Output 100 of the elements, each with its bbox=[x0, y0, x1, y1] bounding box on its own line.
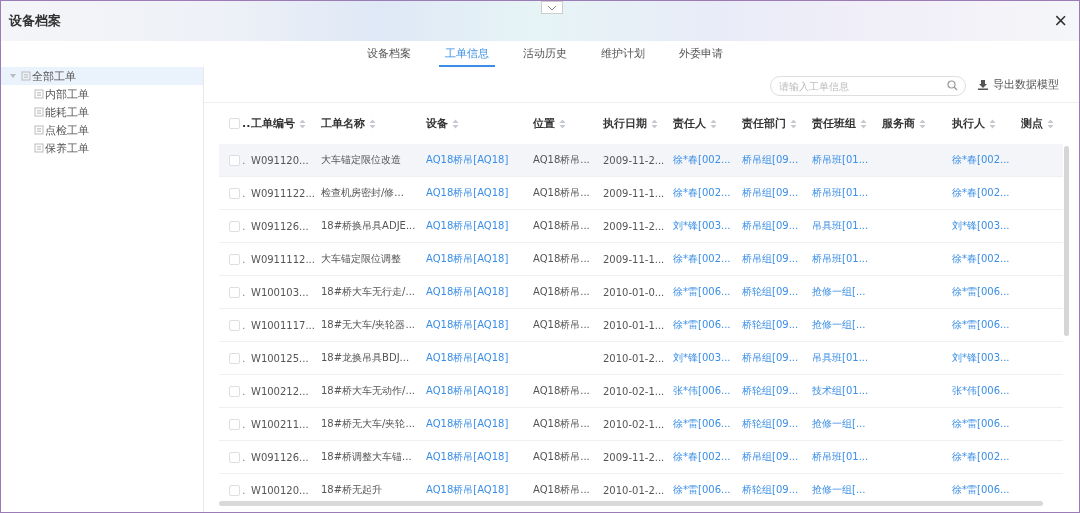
link[interactable]: AQ18桥吊[AQ18] bbox=[426, 418, 509, 429]
link[interactable]: 抢修一组[... bbox=[812, 418, 866, 429]
link[interactable]: 刘*锋[003... bbox=[952, 220, 1010, 231]
sort-icon[interactable] bbox=[790, 118, 797, 129]
link[interactable]: 桥吊组[09... bbox=[742, 352, 799, 363]
sort-icon[interactable] bbox=[1047, 118, 1054, 129]
link[interactable]: 徐*春[002... bbox=[673, 187, 731, 198]
checkbox[interactable] bbox=[229, 187, 240, 199]
link[interactable]: 徐*雷[006... bbox=[952, 319, 1010, 330]
link[interactable]: 桥吊班[01... bbox=[812, 253, 869, 264]
link[interactable]: 桥吊班[01... bbox=[812, 154, 869, 165]
sort-icon[interactable] bbox=[369, 118, 376, 129]
checkbox[interactable] bbox=[229, 352, 240, 364]
column-header[interactable]: 责任部门 bbox=[742, 116, 786, 131]
sort-icon[interactable] bbox=[299, 118, 306, 129]
link[interactable]: 徐*雷[006... bbox=[673, 319, 731, 330]
link[interactable]: 张*伟[006... bbox=[673, 385, 731, 396]
link[interactable]: AQ18桥吊[AQ18] bbox=[426, 484, 509, 495]
link[interactable]: 徐*春[002... bbox=[673, 253, 731, 264]
link[interactable]: 吊具班[01... bbox=[812, 352, 869, 363]
column-header[interactable]: 设备 bbox=[426, 116, 448, 131]
tree-item[interactable]: 点检工单 bbox=[1, 121, 203, 139]
link[interactable]: AQ18桥吊[AQ18] bbox=[426, 154, 509, 165]
link[interactable]: 徐*春[002... bbox=[952, 154, 1010, 165]
column-header[interactable]: 执行人 bbox=[952, 116, 985, 131]
column-header[interactable]: 工单名称 bbox=[321, 116, 365, 131]
link[interactable]: 徐*雷[006... bbox=[952, 286, 1010, 297]
link[interactable]: 桥吊组[09... bbox=[742, 154, 799, 165]
tab[interactable]: 设备档案 bbox=[361, 41, 417, 67]
sort-icon[interactable] bbox=[989, 118, 996, 129]
tab[interactable]: 工单信息 bbox=[439, 41, 495, 67]
table-row[interactable]: . W100125... 18#龙换吊具BDJ... AQ18桥吊[AQ18] 2010-01-2... 刘*锋[003... 桥吊组[09... 吊具班[01... 刘*锋[003... bbox=[219, 342, 1063, 375]
link[interactable]: 桥轮组[09... bbox=[742, 385, 799, 396]
table-row[interactable]: . W100103... 18#桥大车无行走/... AQ18桥吊[AQ18] AQ18桥吊... 2010-01-0... 徐*雷[006... 桥轮组[09... 抢修一组[... 徐*雷[006... bbox=[219, 276, 1063, 309]
table-row[interactable]: . W091126... 18#桥换吊具ADJE... AQ18桥吊[AQ18] AQ18桥吊... 2009-11-2... 刘*锋[003... 桥吊组[09... 吊具班[01... 刘*锋[003... bbox=[219, 210, 1063, 243]
link[interactable]: 桥轮组[09... bbox=[742, 418, 799, 429]
table-row[interactable]: . W091120... 大车锚定限位改造 AQ18桥吊[AQ18] AQ18桥吊... 2009-11-2... 徐*春[002... 桥吊组[09... 桥吊班[01... 徐*春[002... bbox=[219, 144, 1063, 177]
column-header[interactable]: 责任人 bbox=[673, 116, 706, 131]
link[interactable]: 桥吊组[09... bbox=[742, 187, 799, 198]
link[interactable]: 桥吊组[09... bbox=[742, 451, 799, 462]
close-button[interactable]: × bbox=[1054, 10, 1067, 32]
column-header[interactable]: 服务商 bbox=[882, 116, 915, 131]
tab[interactable]: 活动历史 bbox=[517, 41, 573, 67]
link[interactable]: 抢修一组[... bbox=[812, 484, 866, 495]
link[interactable]: 桥轮组[09... bbox=[742, 319, 799, 330]
checkbox[interactable] bbox=[229, 319, 240, 331]
checkbox[interactable] bbox=[229, 286, 240, 298]
link[interactable]: 徐*春[002... bbox=[952, 253, 1010, 264]
column-header[interactable]: 工单编号 bbox=[251, 116, 295, 131]
link[interactable]: 抢修一组[... bbox=[812, 286, 866, 297]
checkbox[interactable] bbox=[229, 418, 240, 430]
link[interactable]: AQ18桥吊[AQ18] bbox=[426, 319, 509, 330]
table-row[interactable]: . W0911112... 大车锚定限位调整 AQ18桥吊[AQ18] AQ18桥吊... 2009-11-1... 徐*春[002... 桥吊组[09... 桥吊班[01... 徐*春[002... bbox=[219, 243, 1063, 276]
checkbox[interactable] bbox=[229, 220, 240, 232]
table-row[interactable]: . W100212... 18#桥大车无动作/... AQ18桥吊[AQ18] AQ18桥吊... 2010-02-1... 张*伟[006... 桥轮组[09... 技术组[01... 张*伟[006... bbox=[219, 375, 1063, 408]
checkbox[interactable] bbox=[229, 385, 240, 397]
link[interactable]: 桥吊班[01... bbox=[812, 451, 869, 462]
link[interactable]: 桥吊班[01... bbox=[812, 187, 869, 198]
link[interactable]: AQ18桥吊[AQ18] bbox=[426, 352, 509, 363]
tab[interactable]: 维护计划 bbox=[595, 41, 651, 67]
column-header[interactable]: 执行日期 bbox=[603, 116, 647, 131]
table-row[interactable]: . W1001117... 18#无大车/夹轮器... AQ18桥吊[AQ18] AQ18桥吊... 2010-01-1... 徐*雷[006... 桥轮组[09... 抢修一组[... 徐*雷[006... bbox=[219, 309, 1063, 342]
link[interactable]: 刘*锋[003... bbox=[673, 220, 731, 231]
link[interactable]: 徐*雷[006... bbox=[952, 418, 1010, 429]
link[interactable]: 徐*春[002... bbox=[673, 451, 731, 462]
link[interactable]: 桥轮组[09... bbox=[742, 286, 799, 297]
tab[interactable]: 外委申请 bbox=[673, 41, 729, 67]
checkbox[interactable] bbox=[229, 451, 240, 463]
link[interactable]: AQ18桥吊[AQ18] bbox=[426, 286, 509, 297]
horizontal-scrollbar[interactable] bbox=[219, 501, 1043, 506]
column-header[interactable]: 测点 bbox=[1021, 116, 1043, 131]
checkbox[interactable] bbox=[229, 253, 240, 265]
link[interactable]: 刘*锋[003... bbox=[673, 352, 731, 363]
link[interactable]: AQ18桥吊[AQ18] bbox=[426, 187, 509, 198]
link[interactable]: 徐*雷[006... bbox=[673, 418, 731, 429]
tree-item[interactable]: 内部工单 bbox=[1, 85, 203, 103]
checkbox[interactable] bbox=[229, 118, 240, 129]
sort-icon[interactable] bbox=[919, 118, 926, 129]
link[interactable]: 徐*雷[006... bbox=[673, 484, 731, 495]
sort-icon[interactable] bbox=[559, 118, 566, 129]
table-row[interactable]: . W091126... 18#桥调整大车锚... AQ18桥吊[AQ18] AQ18桥吊... 2009-11-2... 徐*春[002... 桥吊组[09... 桥吊班[01... 徐*春[002... bbox=[219, 441, 1063, 474]
link[interactable]: 桥吊组[09... bbox=[742, 220, 799, 231]
link[interactable]: 徐*雷[006... bbox=[952, 484, 1010, 495]
link[interactable]: 徐*春[002... bbox=[952, 451, 1010, 462]
link[interactable]: AQ18桥吊[AQ18] bbox=[426, 451, 509, 462]
sort-icon[interactable] bbox=[860, 118, 867, 129]
table-row[interactable]: . W0911122... 检查机房密封/修... AQ18桥吊[AQ18] AQ18桥吊... 2009-11-1... 徐*春[002... 桥吊组[09... 桥吊班[01... 徐*春[002... bbox=[219, 177, 1063, 210]
sort-icon[interactable] bbox=[710, 118, 717, 129]
table-row[interactable]: . W100211... 18#桥无大车/夹轮... AQ18桥吊[AQ18] AQ18桥吊... 2010-02-1... 徐*雷[006... 桥轮组[09... 抢修一组[... 徐*雷[006... bbox=[219, 408, 1063, 441]
vertical-scrollbar[interactable] bbox=[1064, 146, 1069, 336]
link[interactable]: 徐*雷[006... bbox=[673, 286, 731, 297]
link[interactable]: 刘*锋[003... bbox=[952, 352, 1010, 363]
column-header[interactable]: 责任班组 bbox=[812, 116, 856, 131]
export-button[interactable]: 导出数据模型 bbox=[978, 77, 1059, 92]
link[interactable]: 吊具班[01... bbox=[812, 220, 869, 231]
sort-icon[interactable] bbox=[651, 118, 658, 129]
link[interactable]: 抢修一组[... bbox=[812, 319, 866, 330]
collapse-button[interactable] bbox=[541, 1, 563, 14]
link[interactable]: 桥吊组[09... bbox=[742, 253, 799, 264]
link[interactable]: 徐*春[002... bbox=[673, 154, 731, 165]
